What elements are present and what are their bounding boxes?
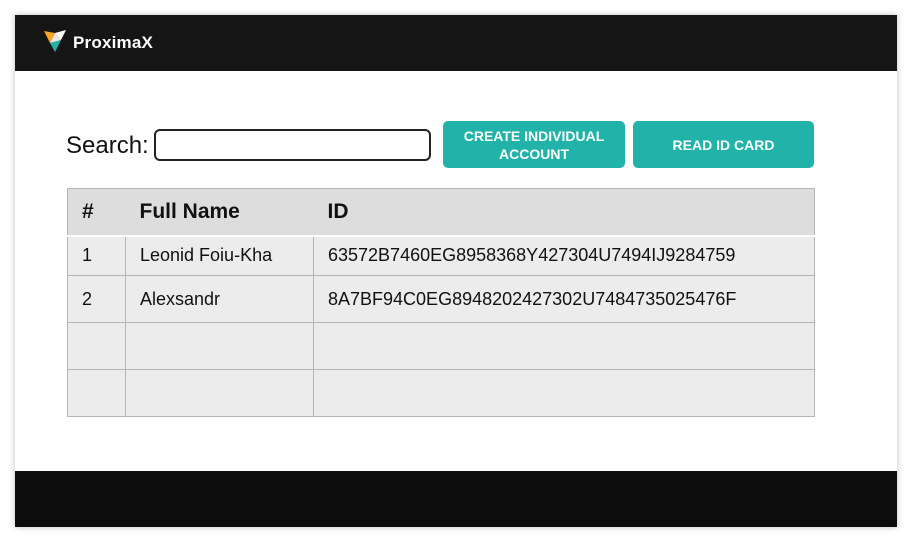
row-number-cell	[67, 369, 126, 417]
full-name-cell: Leonid Foiu-Kha	[125, 234, 314, 276]
create-individual-account-button[interactable]: CREATE INDIVIDUAL ACCOUNT	[443, 121, 625, 168]
proximax-logo-icon	[41, 27, 69, 60]
search-label: Search:	[66, 132, 149, 159]
table-row[interactable]: 1 Leonid Foiu-Kha 63572B7460EG8958368Y42…	[67, 234, 815, 276]
full-name-cell: Alexsandr	[125, 275, 314, 323]
column-header-number[interactable]: #	[67, 188, 126, 236]
brand-logo[interactable]: ProximaX	[41, 28, 153, 58]
column-header-id[interactable]: ID	[313, 188, 815, 236]
read-id-card-button[interactable]: READ ID CARD	[633, 121, 814, 168]
row-number-cell	[67, 322, 126, 370]
column-header-full-name[interactable]: Full Name	[125, 188, 314, 236]
search-input[interactable]	[154, 129, 431, 161]
full-name-cell	[125, 369, 314, 417]
table-row[interactable]: 2 Alexsandr 8A7BF94C0EG8948202427302U748…	[67, 275, 815, 323]
table-row-empty	[67, 369, 815, 417]
id-cell	[313, 322, 815, 370]
full-name-cell	[125, 322, 314, 370]
id-cell	[313, 369, 815, 417]
accounts-table: # Full Name ID 1 Leonid Foiu-Kha 63572B7…	[67, 188, 815, 417]
id-cell: 63572B7460EG8958368Y427304U7494IJ9284759	[313, 234, 815, 276]
app-window: ProximaX Search: CREATE INDIVIDUAL ACCOU…	[15, 15, 897, 527]
id-cell: 8A7BF94C0EG8948202427302U7484735025476F	[313, 275, 815, 323]
brand-name: ProximaX	[73, 33, 154, 52]
row-number-cell: 1	[67, 234, 126, 276]
footer-bar	[15, 471, 897, 527]
row-number-cell: 2	[67, 275, 126, 323]
top-navbar: ProximaX	[15, 15, 897, 71]
table-row-empty	[67, 322, 815, 370]
table-header-row: # Full Name ID	[67, 188, 815, 236]
